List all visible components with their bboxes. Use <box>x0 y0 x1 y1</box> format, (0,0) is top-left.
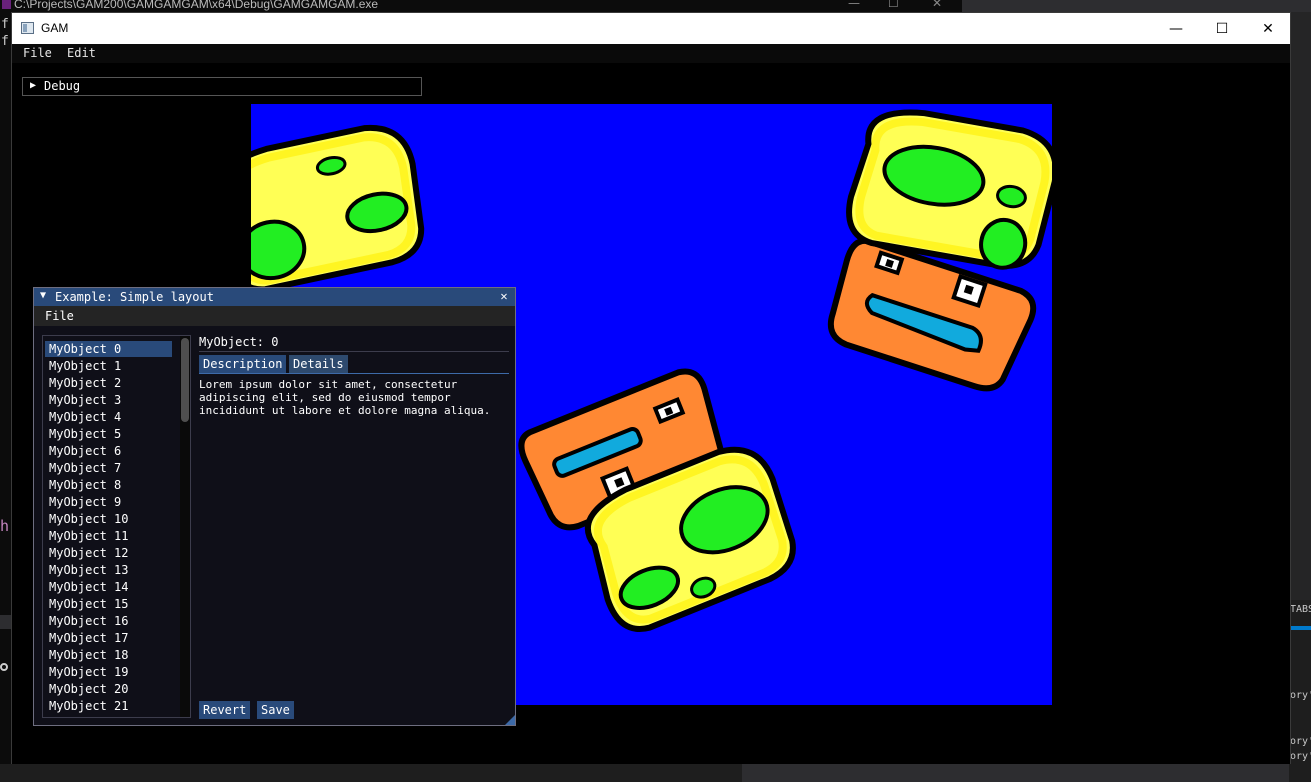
object-list-panel: MyObject 0 MyObject 1 MyObject 2 MyObjec… <box>42 335 191 718</box>
example-window-title: Example: Simple layout <box>55 290 214 304</box>
console-left-strip: f f h <box>0 12 11 782</box>
list-item[interactable]: MyObject 2 <box>45 375 172 391</box>
list-item[interactable]: MyObject 21 <box>45 698 172 714</box>
list-item[interactable]: MyObject 8 <box>45 477 172 493</box>
menu-edit[interactable]: Edit <box>67 46 96 60</box>
example-menubar: File <box>34 306 515 326</box>
tab-description[interactable]: Description <box>199 355 287 373</box>
menubar: File Edit <box>12 44 1290 64</box>
window-title: GAM <box>41 21 69 35</box>
maximize-icon[interactable]: ☐ <box>1199 13 1245 44</box>
background-right-text: ory' <box>1290 690 1311 701</box>
object-detail-panel: MyObject: 0 Description Details Lorem ip… <box>199 335 511 709</box>
debug-window-title: Debug <box>44 79 81 93</box>
separator <box>199 351 509 352</box>
list-item[interactable]: MyObject 16 <box>45 613 172 629</box>
list-item[interactable]: MyObject 12 <box>45 545 172 561</box>
console-text-char: h <box>0 517 10 535</box>
list-item[interactable]: MyObject 7 <box>45 460 172 476</box>
search-icon[interactable] <box>0 663 8 671</box>
debug-window[interactable]: ▶ Debug <box>22 77 422 96</box>
console-icon <box>2 0 11 9</box>
list-item[interactable]: MyObject 15 <box>45 596 172 612</box>
console-text-char: f <box>1 34 9 49</box>
example-window-titlebar[interactable]: ▼ Example: Simple layout ✕ <box>34 288 515 306</box>
background-ide-top <box>962 0 1311 12</box>
collapse-arrow-icon[interactable]: ▶ <box>30 80 36 91</box>
list-item[interactable]: MyObject 9 <box>45 494 172 510</box>
description-text: Lorem ipsum dolor sit amet, consectetur … <box>199 378 491 417</box>
menu-file[interactable]: File <box>23 46 52 60</box>
close-icon[interactable]: ✕ <box>1245 13 1291 44</box>
background-bottom-bar <box>742 764 1311 782</box>
example-layout-window[interactable]: ▼ Example: Simple layout ✕ File MyObject… <box>33 287 516 726</box>
list-item[interactable]: MyObject 10 <box>45 511 172 527</box>
list-item[interactable]: MyObject 4 <box>45 409 172 425</box>
list-item[interactable]: MyObject 11 <box>45 528 172 544</box>
app-icon <box>21 22 34 34</box>
mushroom-cap-sprite <box>251 120 432 295</box>
list-item[interactable]: MyObject 1 <box>45 358 172 374</box>
list-item[interactable]: MyObject 6 <box>45 443 172 459</box>
list-item[interactable]: MyObject 0 <box>45 341 172 357</box>
example-menu-file[interactable]: File <box>45 309 74 323</box>
collapse-arrow-icon[interactable]: ▼ <box>40 290 46 301</box>
background-right-text: ory' <box>1290 736 1311 747</box>
console-text-char: f <box>1 17 9 32</box>
list-item[interactable]: MyObject 13 <box>45 562 172 578</box>
list-item[interactable]: MyObject 3 <box>45 392 172 408</box>
tab-underline <box>199 373 509 374</box>
minimize-icon[interactable]: — <box>1153 13 1199 44</box>
console-title: C:\Projects\GAM200\GAMGAMGAM\x64\Debug\G… <box>14 0 379 11</box>
list-item[interactable]: MyObject 14 <box>45 579 172 595</box>
list-item[interactable]: MyObject 20 <box>45 681 172 697</box>
list-scrollbar[interactable] <box>180 336 190 717</box>
detail-title: MyObject: 0 <box>199 335 279 349</box>
close-icon[interactable]: ✕ <box>497 289 511 303</box>
console-minimize-icon[interactable]: — <box>848 0 860 10</box>
background-right-text: TABS <box>1290 604 1311 615</box>
list-item[interactable]: MyObject 19 <box>45 664 172 680</box>
revert-button[interactable]: Revert <box>199 701 251 719</box>
console-maximize-icon[interactable]: ☐ <box>888 0 899 10</box>
console-titlebar: C:\Projects\GAM200\GAMGAMGAM\x64\Debug\G… <box>0 0 962 12</box>
background-accent-line <box>1289 626 1311 630</box>
list-item[interactable]: MyObject 17 <box>45 630 172 646</box>
list-item[interactable]: MyObject 5 <box>45 426 172 442</box>
window-titlebar[interactable]: GAM — ☐ ✕ <box>12 13 1290 44</box>
save-button[interactable]: Save <box>257 701 294 719</box>
console-close-icon[interactable]: ✕ <box>932 0 942 10</box>
tab-details[interactable]: Details <box>289 355 348 373</box>
background-right-text: ory' <box>1290 751 1311 762</box>
resize-grip-icon[interactable] <box>505 715 515 725</box>
console-strip-block <box>0 615 11 629</box>
scrollbar-thumb[interactable] <box>181 338 189 422</box>
list-item[interactable]: MyObject 18 <box>45 647 172 663</box>
